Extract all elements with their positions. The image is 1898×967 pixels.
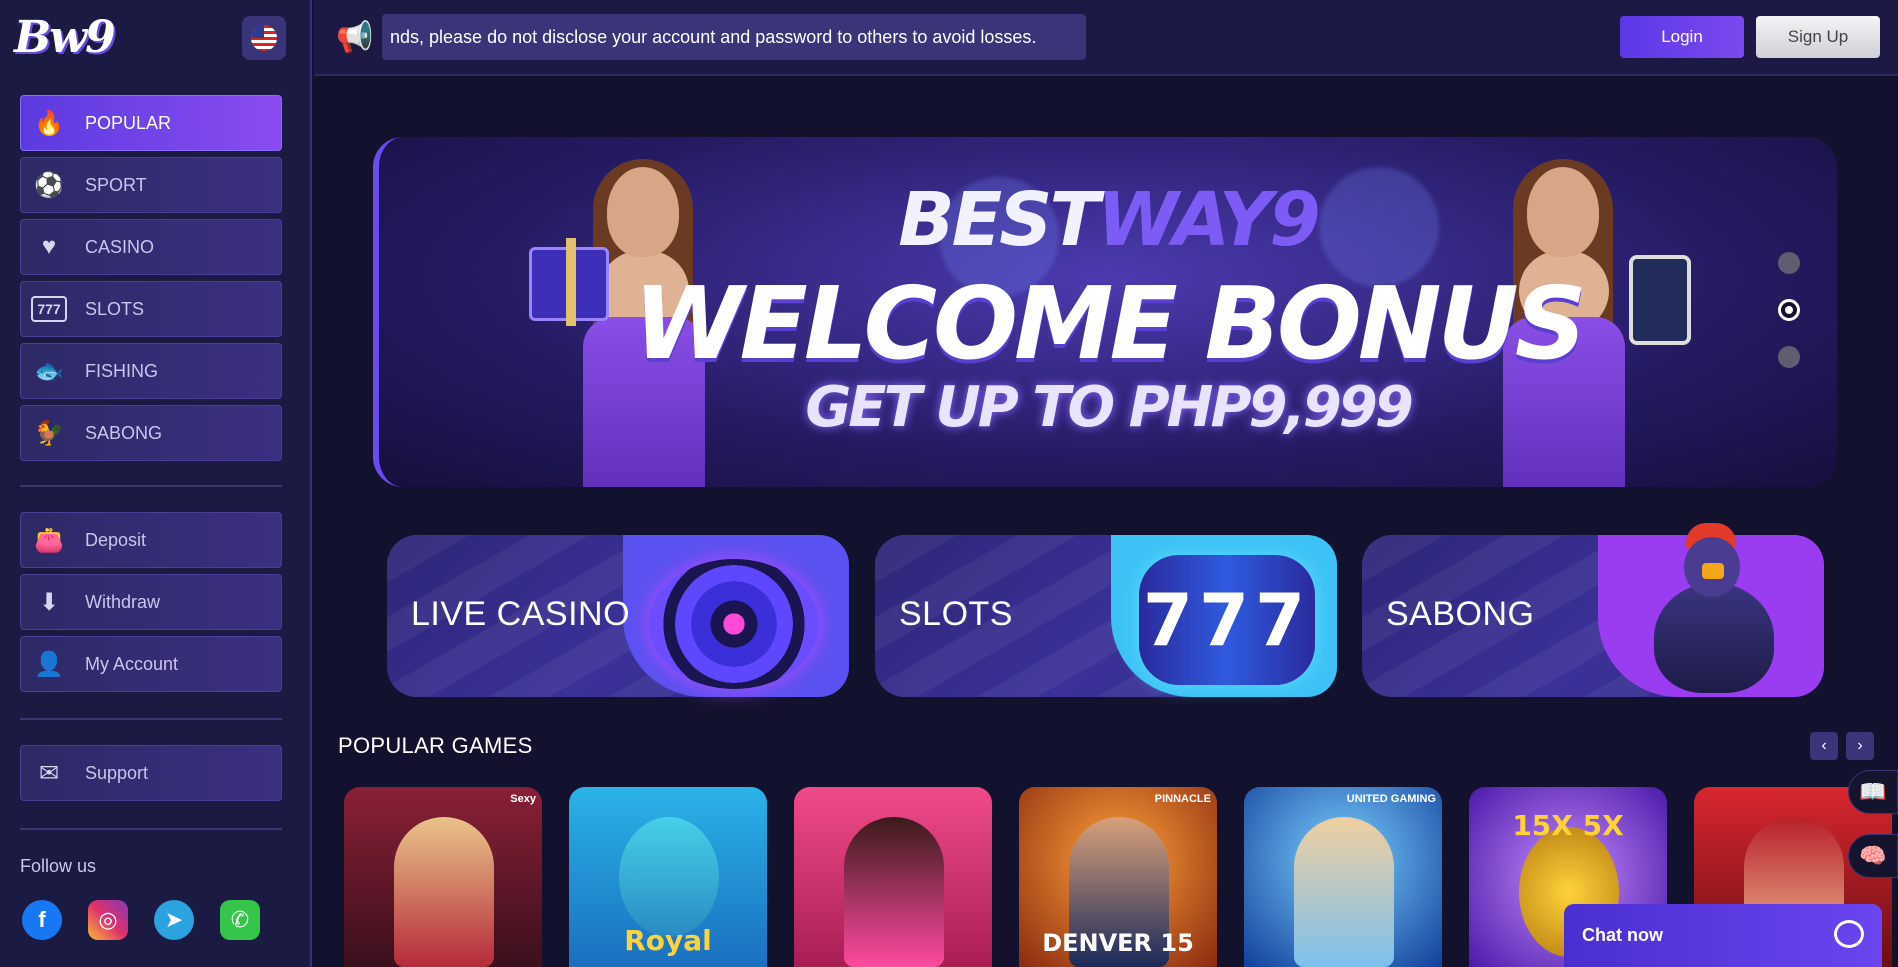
category-label: LIVE CASINO bbox=[411, 595, 631, 633]
game-tile[interactable] bbox=[794, 787, 992, 967]
category-card-live-casino[interactable]: LIVE CASINO bbox=[387, 535, 849, 697]
roulette-icon bbox=[649, 559, 819, 689]
games-prev-button[interactable]: ‹ bbox=[1810, 732, 1838, 760]
game-tile[interactable]: Royal bbox=[569, 787, 767, 967]
banner-brand-purple: WAY9 bbox=[1096, 177, 1321, 263]
banner-headline: WELCOME BONUS bbox=[633, 265, 1587, 382]
banner-brand-white: BEST bbox=[898, 177, 1100, 263]
sidebar: Bw9 🔥 POPULAR ⚽ SPORT ♥ CASINO 777 SLOTS… bbox=[0, 0, 312, 967]
carousel-dot-3[interactable] bbox=[1778, 346, 1800, 368]
sidebar-item-sabong[interactable]: 🐓 SABONG bbox=[20, 405, 282, 461]
sidebar-divider bbox=[20, 485, 282, 487]
carousel-dot-1[interactable] bbox=[1778, 252, 1800, 274]
bw9-logo[interactable]: Bw9 bbox=[14, 12, 116, 63]
sidebar-item-my-account[interactable]: 👤 My Account bbox=[20, 636, 282, 692]
soccer-ball-icon: ⚽ bbox=[34, 171, 64, 199]
carousel-dots bbox=[1778, 252, 1800, 393]
sidebar-item-label: CASINO bbox=[85, 236, 155, 257]
telegram-icon[interactable]: ➤ bbox=[154, 900, 194, 940]
games-next-button[interactable]: › bbox=[1846, 732, 1874, 760]
chat-now-label: Chat now bbox=[1582, 925, 1663, 945]
popular-games-title: POPULAR GAMES bbox=[338, 733, 533, 758]
sidebar-item-label: SABONG bbox=[85, 422, 163, 443]
category-label: SABONG bbox=[1386, 595, 1535, 633]
fish-icon: 🐟 bbox=[34, 357, 64, 385]
game-tile[interactable]: Sexy bbox=[344, 787, 542, 967]
slot-reel-icon: 777 bbox=[1139, 555, 1315, 685]
sidebar-item-label: POPULAR bbox=[85, 112, 172, 133]
slot-777-icon: 777 bbox=[31, 296, 67, 322]
language-selector-button[interactable] bbox=[242, 16, 286, 60]
game-art bbox=[844, 817, 944, 967]
sidebar-item-label: SPORT bbox=[85, 174, 147, 195]
user-icon: 👤 bbox=[34, 650, 64, 678]
notice-text: nds, please do not disclose your account… bbox=[390, 26, 1037, 47]
notice-marquee: nds, please do not disclose your account… bbox=[382, 14, 1086, 60]
sidebar-item-label: Withdraw bbox=[85, 591, 161, 612]
sidebar-item-label: My Account bbox=[85, 653, 179, 674]
sidebar-item-deposit[interactable]: 👛 Deposit bbox=[20, 512, 282, 568]
sidebar-item-label: Support bbox=[85, 762, 149, 783]
game-provider-badge: PINNACLE bbox=[1154, 793, 1211, 805]
sidebar-item-sport[interactable]: ⚽ SPORT bbox=[20, 157, 282, 213]
sidebar-divider bbox=[20, 828, 282, 830]
sidebar-item-withdraw[interactable]: ⬇ Withdraw bbox=[20, 574, 282, 630]
game-title-text: 15X 5X bbox=[1512, 809, 1624, 842]
signup-button[interactable]: Sign Up bbox=[1756, 16, 1880, 58]
game-provider-badge: UNITED GAMING bbox=[1346, 793, 1436, 805]
sidebar-item-popular[interactable]: 🔥 POPULAR bbox=[20, 95, 282, 151]
game-provider-badge: Sexy bbox=[510, 793, 536, 805]
sidebar-item-label: Deposit bbox=[85, 529, 147, 550]
carousel-dot-2[interactable] bbox=[1778, 299, 1800, 321]
book-icon[interactable]: 📖 bbox=[1848, 770, 1898, 814]
game-tile[interactable]: PINNACLE DENVER 15 bbox=[1019, 787, 1217, 967]
sidebar-item-label: SLOTS bbox=[85, 298, 145, 319]
card-heart-icon: ♥ bbox=[41, 233, 57, 260]
chat-bubble-icon bbox=[1834, 920, 1864, 948]
game-title-text: Royal bbox=[624, 924, 712, 957]
sidebar-item-label: FISHING bbox=[85, 360, 159, 381]
game-tile[interactable]: UNITED GAMING bbox=[1244, 787, 1442, 967]
sidebar-divider bbox=[20, 718, 282, 720]
follow-us-label: Follow us bbox=[20, 856, 97, 876]
sidebar-item-slots[interactable]: 777 SLOTS bbox=[20, 281, 282, 337]
category-label: SLOTS bbox=[899, 595, 1013, 633]
category-card-sabong[interactable]: SABONG bbox=[1362, 523, 1824, 697]
wallet-icon: 👛 bbox=[34, 526, 64, 554]
rooster-icon: 🐓 bbox=[34, 419, 64, 447]
game-art bbox=[1294, 817, 1394, 967]
atm-icon: ⬇ bbox=[38, 588, 60, 616]
game-art bbox=[619, 817, 719, 937]
social-links: f ◎ ➤ ✆ bbox=[22, 900, 260, 940]
whatsapp-icon[interactable]: ✆ bbox=[220, 900, 260, 940]
login-button[interactable]: Login bbox=[1620, 16, 1744, 58]
instagram-icon[interactable]: ◎ bbox=[88, 900, 128, 940]
promo-banner[interactable]: BESTWAY9 WELCOME BONUS GET UP TO PHP9,99… bbox=[373, 137, 1837, 487]
sidebar-item-support[interactable]: ✉ Support bbox=[20, 745, 282, 801]
account-nav: 👛 Deposit ⬇ Withdraw 👤 My Account bbox=[20, 512, 282, 698]
rooster-body bbox=[1654, 583, 1774, 693]
sidebar-item-fishing[interactable]: 🐟 FISHING bbox=[20, 343, 282, 399]
top-bar: 📢 nds, please do not disclose your accou… bbox=[314, 0, 1898, 76]
megaphone-icon: 📢 bbox=[336, 21, 374, 54]
game-art bbox=[394, 817, 494, 967]
us-flag-icon bbox=[251, 25, 277, 51]
sidebar-item-casino[interactable]: ♥ CASINO bbox=[20, 219, 282, 275]
chat-now-widget[interactable]: Chat now bbox=[1564, 904, 1882, 967]
banner-brand: BESTWAY9 bbox=[379, 177, 1837, 263]
main-nav: 🔥 POPULAR ⚽ SPORT ♥ CASINO 777 SLOTS 🐟 F… bbox=[20, 95, 282, 467]
brain-icon[interactable]: 🧠 bbox=[1848, 834, 1898, 878]
flame-icon: 🔥 bbox=[34, 109, 64, 137]
mail-icon: ✉ bbox=[38, 759, 60, 787]
game-title-text: DENVER 15 bbox=[1042, 929, 1194, 957]
rooster-beak bbox=[1702, 563, 1724, 579]
facebook-icon[interactable]: f bbox=[22, 900, 62, 940]
rooster-mascot-icon bbox=[1640, 523, 1790, 713]
support-nav: ✉ Support bbox=[20, 745, 282, 807]
category-card-slots[interactable]: 777 SLOTS bbox=[875, 535, 1337, 697]
banner-subline: GET UP TO PHP9,999 bbox=[805, 375, 1413, 440]
